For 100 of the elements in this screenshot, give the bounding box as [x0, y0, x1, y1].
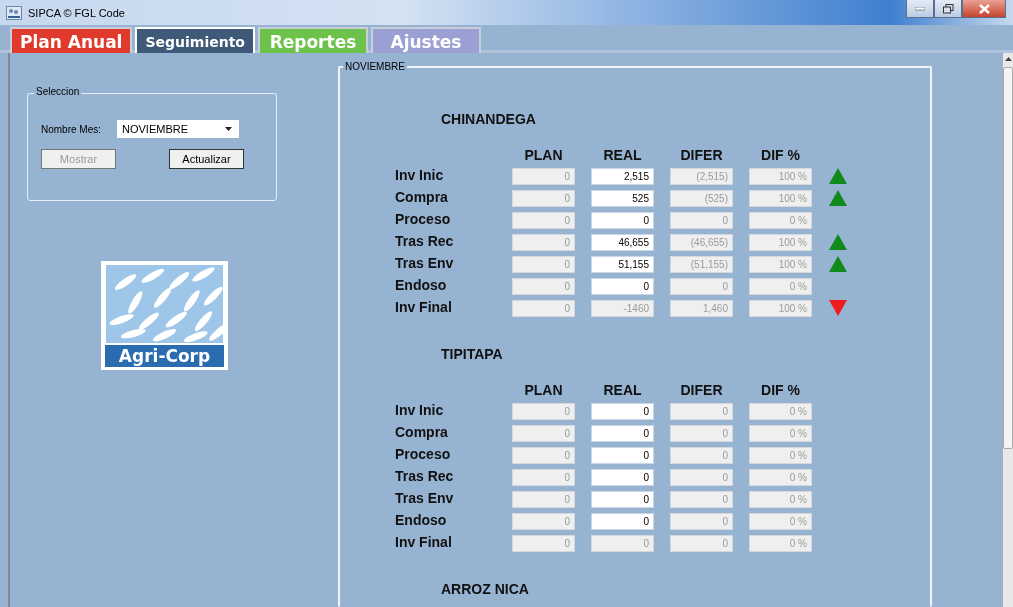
plan-field: 0: [512, 468, 575, 486]
plan-field: 0: [512, 277, 575, 295]
logo-text: Agri-Corp: [105, 345, 224, 367]
difference-field: 0: [670, 468, 733, 486]
dropdown-arrow-icon: [225, 127, 232, 131]
plan-field: 0: [512, 424, 575, 442]
scroll-up-icon: [1004, 57, 1012, 61]
percent-field: 0 %: [749, 211, 812, 229]
month-dropdown[interactable]: NOVIEMBRE: [117, 120, 239, 138]
real-field: 0: [591, 534, 654, 552]
difference-field: 0: [670, 402, 733, 420]
row-label: Tras Rec: [395, 233, 455, 251]
column-header: DIFER: [679, 147, 724, 163]
percent-field: 100 %: [749, 189, 812, 207]
difference-field: 0: [670, 424, 733, 442]
column-header: REAL: [602, 147, 643, 163]
real-field[interactable]: 2,515: [591, 167, 654, 185]
real-field[interactable]: 0: [591, 490, 654, 508]
percent-field: 0 %: [749, 468, 812, 486]
difference-field: (46,655): [670, 233, 733, 251]
difference-field: 0: [670, 277, 733, 295]
plan-field: 0: [512, 233, 575, 251]
difference-field: 0: [670, 490, 733, 508]
percent-field: 100 %: [749, 167, 812, 185]
row-label: Compra: [395, 424, 449, 442]
section-title: TIPITAPA: [441, 346, 504, 362]
difference-field: (51,155): [670, 255, 733, 273]
restore-icon: [942, 3, 954, 14]
tab[interactable]: Seguimiento: [135, 27, 255, 53]
difference-field: (2,515): [670, 167, 733, 185]
section-title: CHINANDEGA: [441, 111, 537, 127]
percent-field: 0 %: [749, 512, 812, 530]
real-field[interactable]: 51,155: [591, 255, 654, 273]
column-header: PLAN: [523, 147, 564, 163]
scroll-thumb[interactable]: [1003, 67, 1013, 449]
group-title: Seleccion: [34, 86, 82, 97]
real-field[interactable]: 0: [591, 402, 654, 420]
plan-field: 0: [512, 534, 575, 552]
real-field[interactable]: 0: [591, 468, 654, 486]
column-header: DIF %: [760, 147, 801, 163]
section-title: ARROZ NICA: [441, 581, 530, 597]
restore-button[interactable]: [934, 0, 962, 18]
real-field[interactable]: 0: [591, 424, 654, 442]
row-label: Proceso: [395, 446, 452, 464]
percent-field: 100 %: [749, 299, 812, 317]
percent-field: 0 %: [749, 490, 812, 508]
difference-field: 0: [670, 446, 733, 464]
row-label: Tras Rec: [395, 468, 455, 486]
group-title: NOVIEMBRE: [343, 61, 407, 72]
plan-field: 0: [512, 490, 575, 508]
row-label: Endoso: [395, 277, 448, 295]
real-field[interactable]: 0: [591, 211, 654, 229]
minimize-icon: [915, 6, 925, 11]
minimize-button[interactable]: [906, 0, 934, 18]
month-label: Nombre Mes:: [41, 123, 101, 135]
scrollbar[interactable]: [1003, 53, 1013, 607]
close-button[interactable]: [962, 0, 1006, 18]
row-label: Tras Env: [395, 490, 455, 508]
row-label: Inv Final: [395, 299, 453, 317]
percent-field: 0 %: [749, 534, 812, 552]
row-label: Proceso: [395, 211, 452, 229]
percent-field: 0 %: [749, 446, 812, 464]
plan-field: 0: [512, 402, 575, 420]
column-header: REAL: [602, 382, 643, 398]
column-header: DIF %: [760, 382, 801, 398]
row-label: Inv Inic: [395, 167, 445, 185]
difference-field: 0: [670, 534, 733, 552]
plan-field: 0: [512, 167, 575, 185]
difference-field: 0: [670, 211, 733, 229]
plan-field: 0: [512, 299, 575, 317]
tab[interactable]: Plan Anual: [10, 27, 133, 53]
column-header: DIFER: [679, 382, 724, 398]
plan-field: 0: [512, 189, 575, 207]
app-icon: [6, 5, 22, 20]
difference-field: 0: [670, 512, 733, 530]
difference-field: (525): [670, 189, 733, 207]
percent-field: 100 %: [749, 255, 812, 273]
row-label: Inv Final: [395, 534, 453, 552]
real-field[interactable]: 525: [591, 189, 654, 207]
action-button[interactable]: Actualizar: [169, 149, 244, 169]
plan-field: 0: [512, 211, 575, 229]
close-icon: [978, 3, 990, 14]
plan-field: 0: [512, 255, 575, 273]
percent-field: 100 %: [749, 233, 812, 251]
row-label: Tras Env: [395, 255, 455, 273]
real-field: -1460: [591, 299, 654, 317]
difference-field: 1,460: [670, 299, 733, 317]
percent-field: 0 %: [749, 424, 812, 442]
real-field[interactable]: 0: [591, 512, 654, 530]
real-field[interactable]: 46,655: [591, 233, 654, 251]
row-label: Endoso: [395, 512, 448, 530]
row-label: Compra: [395, 189, 449, 207]
row-label: Inv Inic: [395, 402, 445, 420]
plan-field: 0: [512, 512, 575, 530]
window-title: SIPCA © FGL Code: [28, 6, 125, 19]
real-field[interactable]: 0: [591, 446, 654, 464]
percent-field: 0 %: [749, 402, 812, 420]
real-field[interactable]: 0: [591, 277, 654, 295]
percent-field: 0 %: [749, 277, 812, 295]
plan-field: 0: [512, 446, 575, 464]
